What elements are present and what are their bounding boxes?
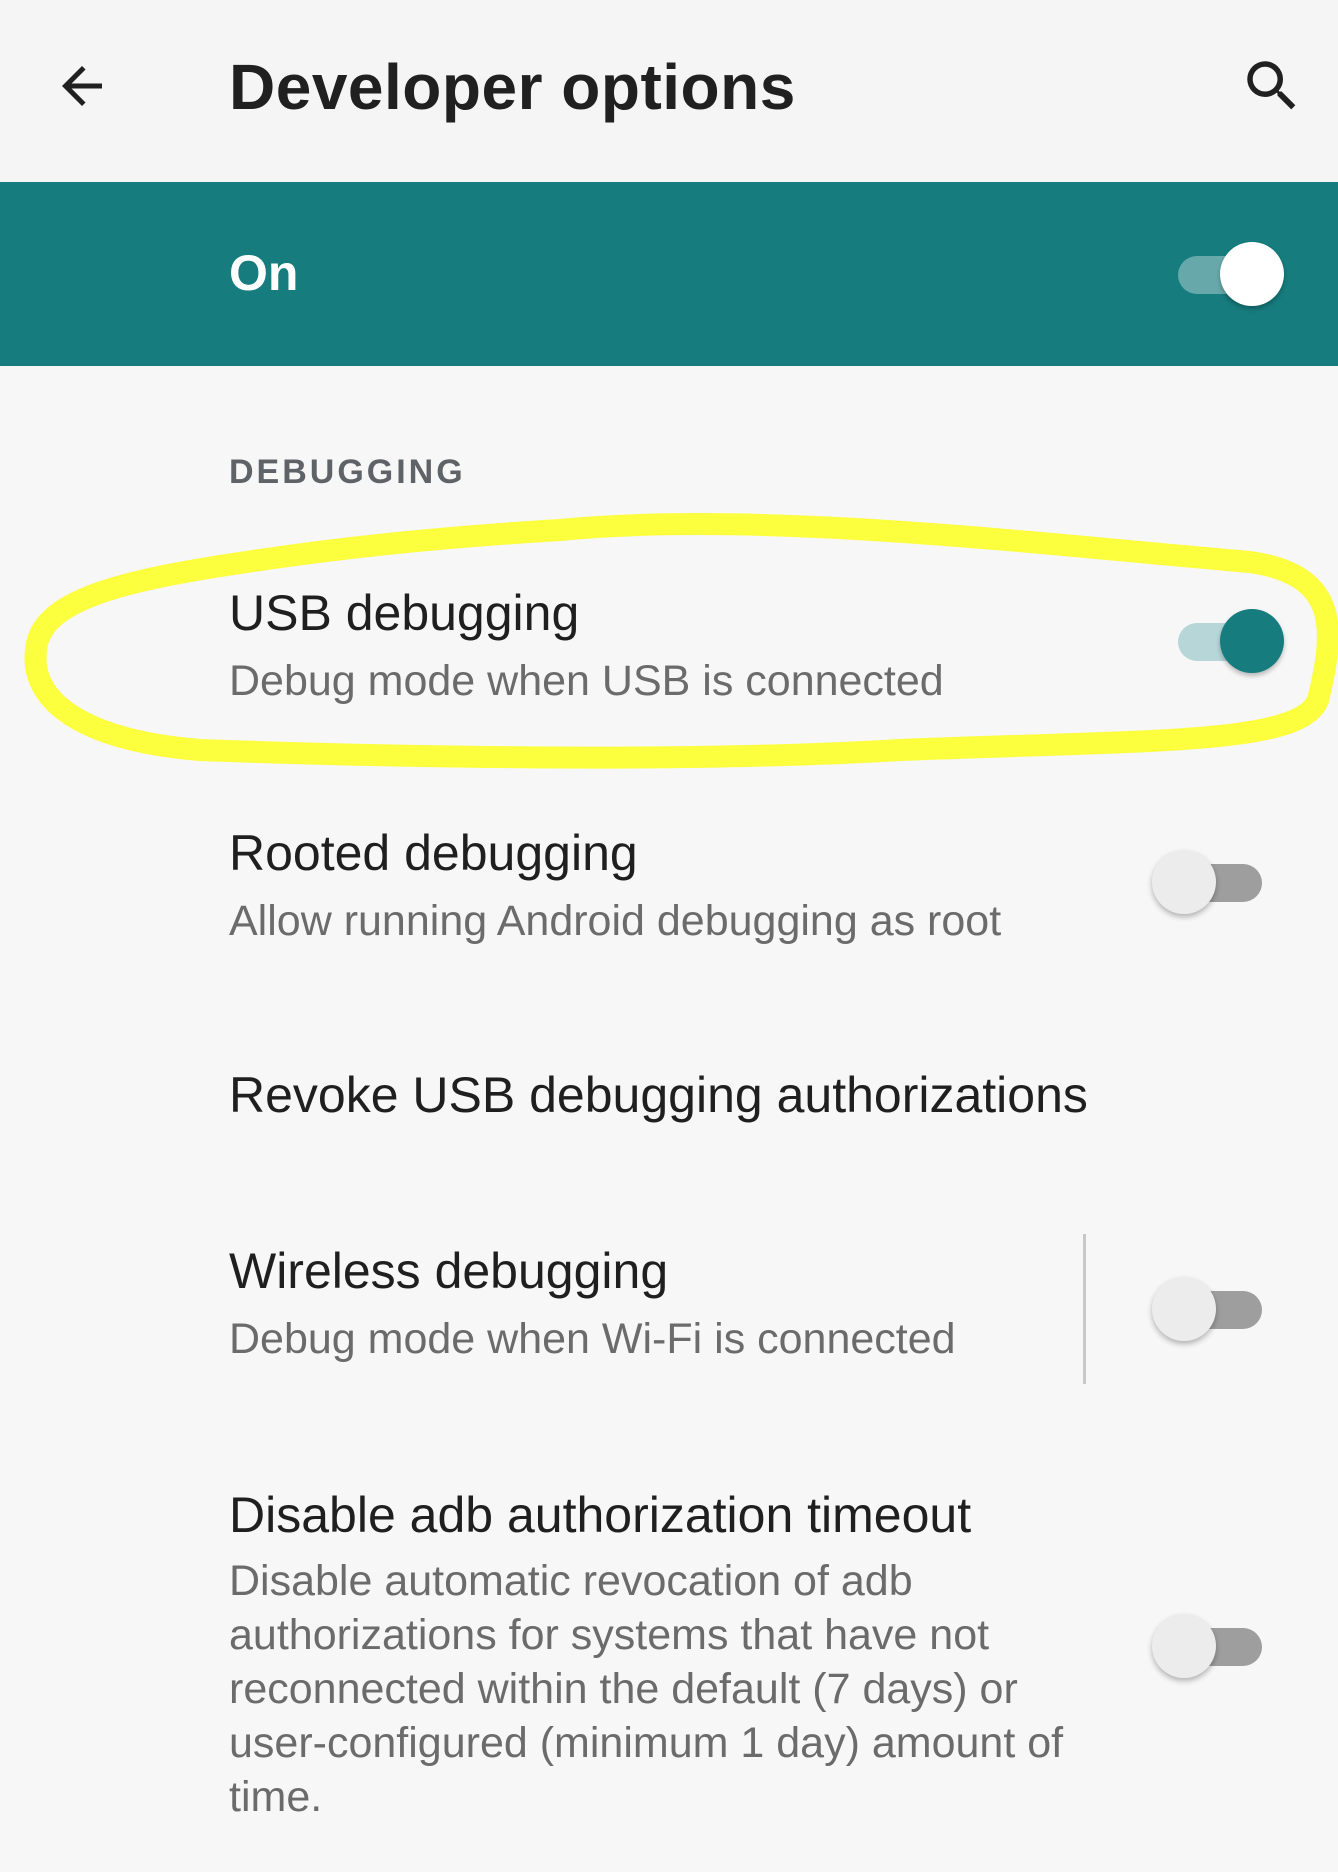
- back-button[interactable]: [36, 40, 128, 132]
- setting-summary: Disable automatic revocation of adb auth…: [229, 1557, 1064, 1821]
- setting-summary: Debug mode when USB is connected: [229, 657, 944, 705]
- setting-revoke-usb-authorizations[interactable]: Revoke USB debugging authorizations: [0, 1040, 1338, 1200]
- setting-title: USB debugging: [229, 585, 580, 641]
- main-switch[interactable]: [1178, 238, 1288, 308]
- app-bar: Developer options: [0, 0, 1338, 182]
- vertical-divider: [1083, 1234, 1086, 1384]
- search-button[interactable]: [1226, 40, 1318, 132]
- page-title: Developer options: [229, 51, 796, 123]
- switch-thumb: [1152, 850, 1216, 914]
- switch-thumb: [1220, 609, 1284, 673]
- setting-summary: Debug mode when Wi-Fi is connected: [229, 1315, 956, 1363]
- disable-adb-timeout-switch[interactable]: [1152, 1610, 1262, 1680]
- usb-debugging-switch[interactable]: [1178, 605, 1288, 675]
- setting-title: Wireless debugging: [229, 1243, 669, 1299]
- setting-disable-adb-timeout[interactable]: Disable adb authorization timeout Disabl…: [0, 1460, 1338, 1840]
- arrow-back-icon: [62, 66, 102, 106]
- search-icon: [1247, 61, 1296, 110]
- setting-title: Revoke USB debugging authorizations: [229, 1067, 1088, 1123]
- setting-title: Disable adb authorization timeout: [229, 1487, 972, 1543]
- setting-summary: Allow running Android debugging as root: [229, 897, 1002, 945]
- switch-thumb: [1220, 242, 1284, 306]
- rooted-debugging-switch[interactable]: [1152, 846, 1262, 916]
- switch-thumb: [1152, 1614, 1216, 1678]
- setting-title: Rooted debugging: [229, 825, 638, 881]
- setting-rooted-debugging[interactable]: Rooted debugging Allow running Android d…: [0, 800, 1338, 1000]
- setting-usb-debugging[interactable]: USB debugging Debug mode when USB is con…: [0, 560, 1338, 760]
- main-switch-label: On: [229, 245, 299, 301]
- switch-thumb: [1152, 1277, 1216, 1341]
- setting-wireless-debugging[interactable]: Wireless debugging Debug mode when Wi-Fi…: [0, 1218, 1338, 1418]
- wireless-debugging-switch[interactable]: [1152, 1273, 1262, 1343]
- main-switch-bar[interactable]: On: [0, 182, 1338, 366]
- section-header-debugging: DEBUGGING: [229, 453, 466, 491]
